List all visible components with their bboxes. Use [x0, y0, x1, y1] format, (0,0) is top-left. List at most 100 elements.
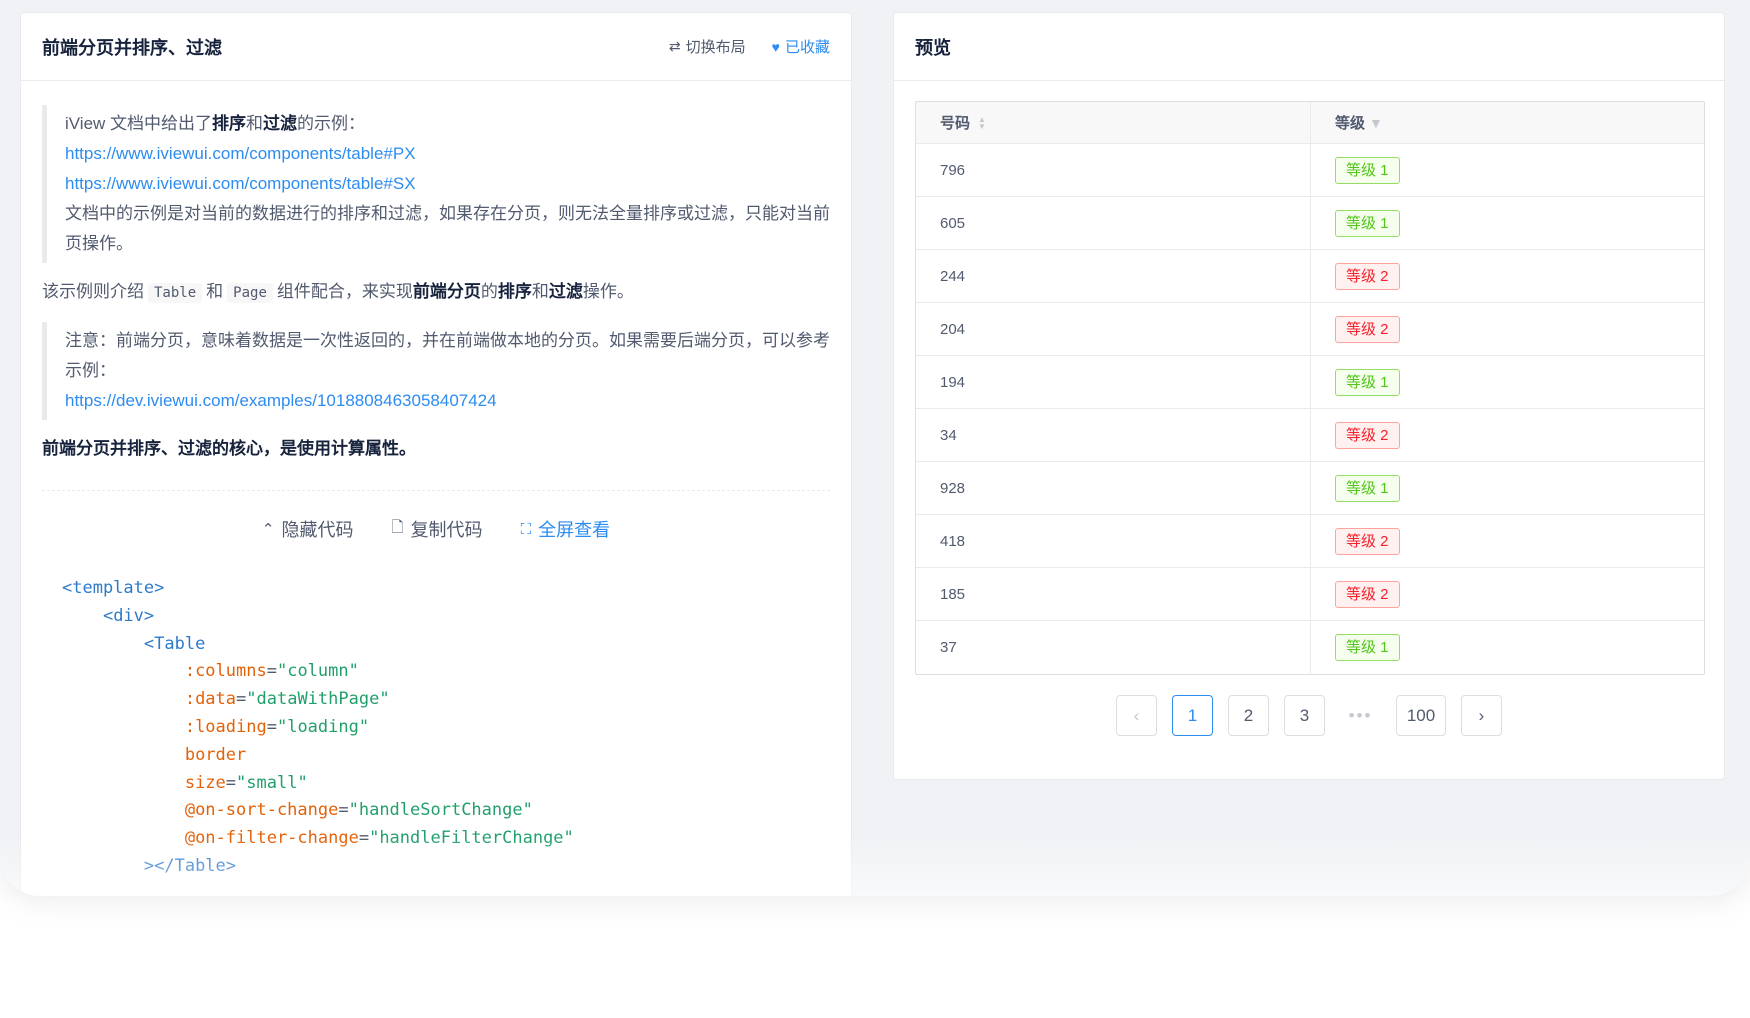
intro-text: 的 — [480, 282, 498, 301]
column-level-label: 等级 — [1335, 115, 1366, 132]
intro-bold: 排序 — [497, 282, 532, 301]
page-3-button[interactable]: 3 — [1284, 695, 1325, 736]
reflection-fade — [0, 896, 1750, 1018]
note-text: 注意：前端分页，意味着数据是一次性返回的，并在前端做本地的分页。如果需要后端分页… — [65, 331, 830, 380]
table-row: 37 等级 1 — [916, 621, 1704, 674]
number-value: 34 — [940, 426, 957, 444]
number-value: 796 — [940, 161, 966, 179]
copy-code-button[interactable]: 🗋 复制代码 — [392, 516, 483, 542]
cell-number: 796 — [916, 144, 1310, 196]
intro-bold: 过滤 — [548, 282, 583, 301]
swap-icon: ⇄ — [668, 38, 681, 54]
filter-icon[interactable]: ▼ — [1369, 115, 1383, 131]
favorite-button[interactable]: ♥ 已收藏 — [772, 36, 830, 57]
table-row: 185 等级 2 — [916, 568, 1704, 621]
preview-title: 预览 — [915, 37, 951, 58]
code-line: :loading="loading" — [184, 716, 370, 737]
number-value: 194 — [940, 373, 966, 391]
quote-sort-filter: iView 文档中给出了排序和过滤的示例： https://www.iviewu… — [42, 105, 830, 263]
code-string: "small" — [236, 772, 308, 793]
code-string: "handleFilterChange" — [369, 828, 574, 849]
code-tag: <div> — [102, 605, 155, 626]
cell-level: 等级 2 — [1310, 568, 1704, 620]
prev-page-button[interactable]: ‹ — [1116, 695, 1157, 736]
code-line: @on-filter-change="handleFilterChange" — [184, 828, 574, 849]
code-line: <div> — [62, 603, 830, 631]
code-attr: :columns — [184, 661, 267, 682]
quote-bold-sort: 排序 — [212, 114, 247, 133]
code-line: size="small" — [184, 772, 308, 793]
app-stage: 前端分页并排序、过滤 ⇄ 切换布局 ♥ 已收藏 iView 文档中给出了排序和过… — [0, 0, 1750, 896]
level-tag: 等级 2 — [1335, 527, 1400, 555]
intro-text: 和 — [531, 282, 549, 301]
column-number-label: 号码 — [940, 115, 971, 132]
quote-desc: 文档中的示例是对当前的数据进行的排序和过滤，如果存在分页，则无法全量排序或过滤，… — [65, 204, 830, 253]
page-1-button[interactable]: 1 — [1172, 695, 1213, 736]
fullscreen-icon: ⛶ — [520, 520, 532, 538]
intro-bold: 前端分页 — [412, 282, 481, 301]
cell-number: 37 — [916, 621, 1310, 674]
code-attr: @on-filter-change — [184, 828, 359, 849]
table-row: 418 等级 2 — [916, 515, 1704, 568]
level-tag: 等级 2 — [1335, 315, 1400, 343]
hide-code-button[interactable]: ⌃ 隐藏代码 — [262, 516, 354, 542]
code-line: border — [62, 742, 830, 770]
cell-level: 等级 1 — [1310, 621, 1704, 674]
code-toolbar: ⌃ 隐藏代码 🗋 复制代码 ⛶ 全屏查看 — [42, 491, 830, 567]
code-page: Page — [227, 283, 273, 303]
intro-text: 操作。 — [582, 282, 634, 301]
fullscreen-button[interactable]: ⛶ 全屏查看 — [521, 516, 611, 542]
column-header-number[interactable]: 号码 ▲ ▼ — [916, 102, 1310, 143]
favorite-label: 已收藏 — [784, 39, 830, 56]
quote-text: 和 — [246, 114, 264, 133]
table-row: 796 等级 1 — [916, 144, 1704, 197]
quote-note: 注意：前端分页，意味着数据是一次性返回的，并在前端做本地的分页。如果需要后端分页… — [42, 322, 830, 420]
intro-text: 和 — [206, 282, 224, 301]
next-page-button[interactable]: › — [1461, 695, 1502, 736]
summary-text: 前端分页并排序、过滤的核心，是使用计算属性。 — [42, 439, 416, 458]
cell-number: 34 — [916, 409, 1310, 461]
code-attr: :data — [184, 689, 237, 710]
table-row: 605 等级 1 — [916, 197, 1704, 250]
level-tag: 等级 1 — [1335, 209, 1400, 237]
switch-layout-label: 切换布局 — [685, 39, 746, 56]
code-block: <template> <div> <Table :columns="column… — [42, 567, 830, 881]
page-2-button[interactable]: 2 — [1228, 695, 1269, 736]
number-value: 185 — [940, 585, 966, 603]
code-line: ></Table> — [62, 853, 830, 881]
code-line: <template> — [62, 575, 830, 603]
number-value: 418 — [940, 532, 966, 550]
number-value: 928 — [940, 479, 966, 497]
preview-card: 预览 号码 ▲ ▼ 等级 ▼ 796 等级 1 605 等级 1 244 等级 2 204 等级… — [893, 12, 1725, 780]
code-string: "handleSortChange" — [348, 800, 533, 821]
code-attr: border — [184, 744, 247, 765]
page-ellipsis[interactable]: ••• — [1340, 695, 1381, 736]
code-tag: <Table — [143, 633, 206, 654]
page-100-button[interactable]: 100 — [1396, 695, 1446, 736]
link-backend-example[interactable]: https://dev.iviewui.com/examples/1018808… — [65, 386, 830, 416]
table-row: 244 等级 2 — [916, 250, 1704, 303]
level-tag: 等级 1 — [1335, 156, 1400, 184]
cell-level: 等级 2 — [1310, 303, 1704, 355]
quote-bold-filter: 过滤 — [263, 114, 298, 133]
cell-level: 等级 1 — [1310, 197, 1704, 249]
sort-icon[interactable]: ▲ ▼ — [978, 115, 986, 130]
intro-text: 该示例则介绍 — [42, 282, 144, 301]
level-tag: 等级 2 — [1335, 580, 1400, 608]
link-table-sx[interactable]: https://www.iviewui.com/components/table… — [65, 169, 830, 199]
link-table-px[interactable]: https://www.iviewui.com/components/table… — [65, 139, 830, 169]
cell-level: 等级 1 — [1310, 144, 1704, 196]
intro-text: 组件配合，来实现 — [276, 282, 413, 301]
level-tag: 等级 1 — [1335, 368, 1400, 396]
switch-layout-button[interactable]: ⇄ 切换布局 — [669, 36, 746, 57]
code-string: "dataWithPage" — [246, 689, 390, 710]
quote-intro-line: iView 文档中给出了排序和过滤的示例： — [65, 109, 830, 139]
code-string: "loading" — [276, 716, 370, 737]
copy-icon: 🗋 — [391, 518, 404, 536]
number-value: 605 — [940, 214, 966, 232]
code-attr: size — [184, 772, 226, 793]
cell-number: 418 — [916, 515, 1310, 567]
code-table: Table — [148, 283, 203, 303]
code-line: :data="dataWithPage" — [184, 689, 390, 710]
cell-number: 605 — [916, 197, 1310, 249]
